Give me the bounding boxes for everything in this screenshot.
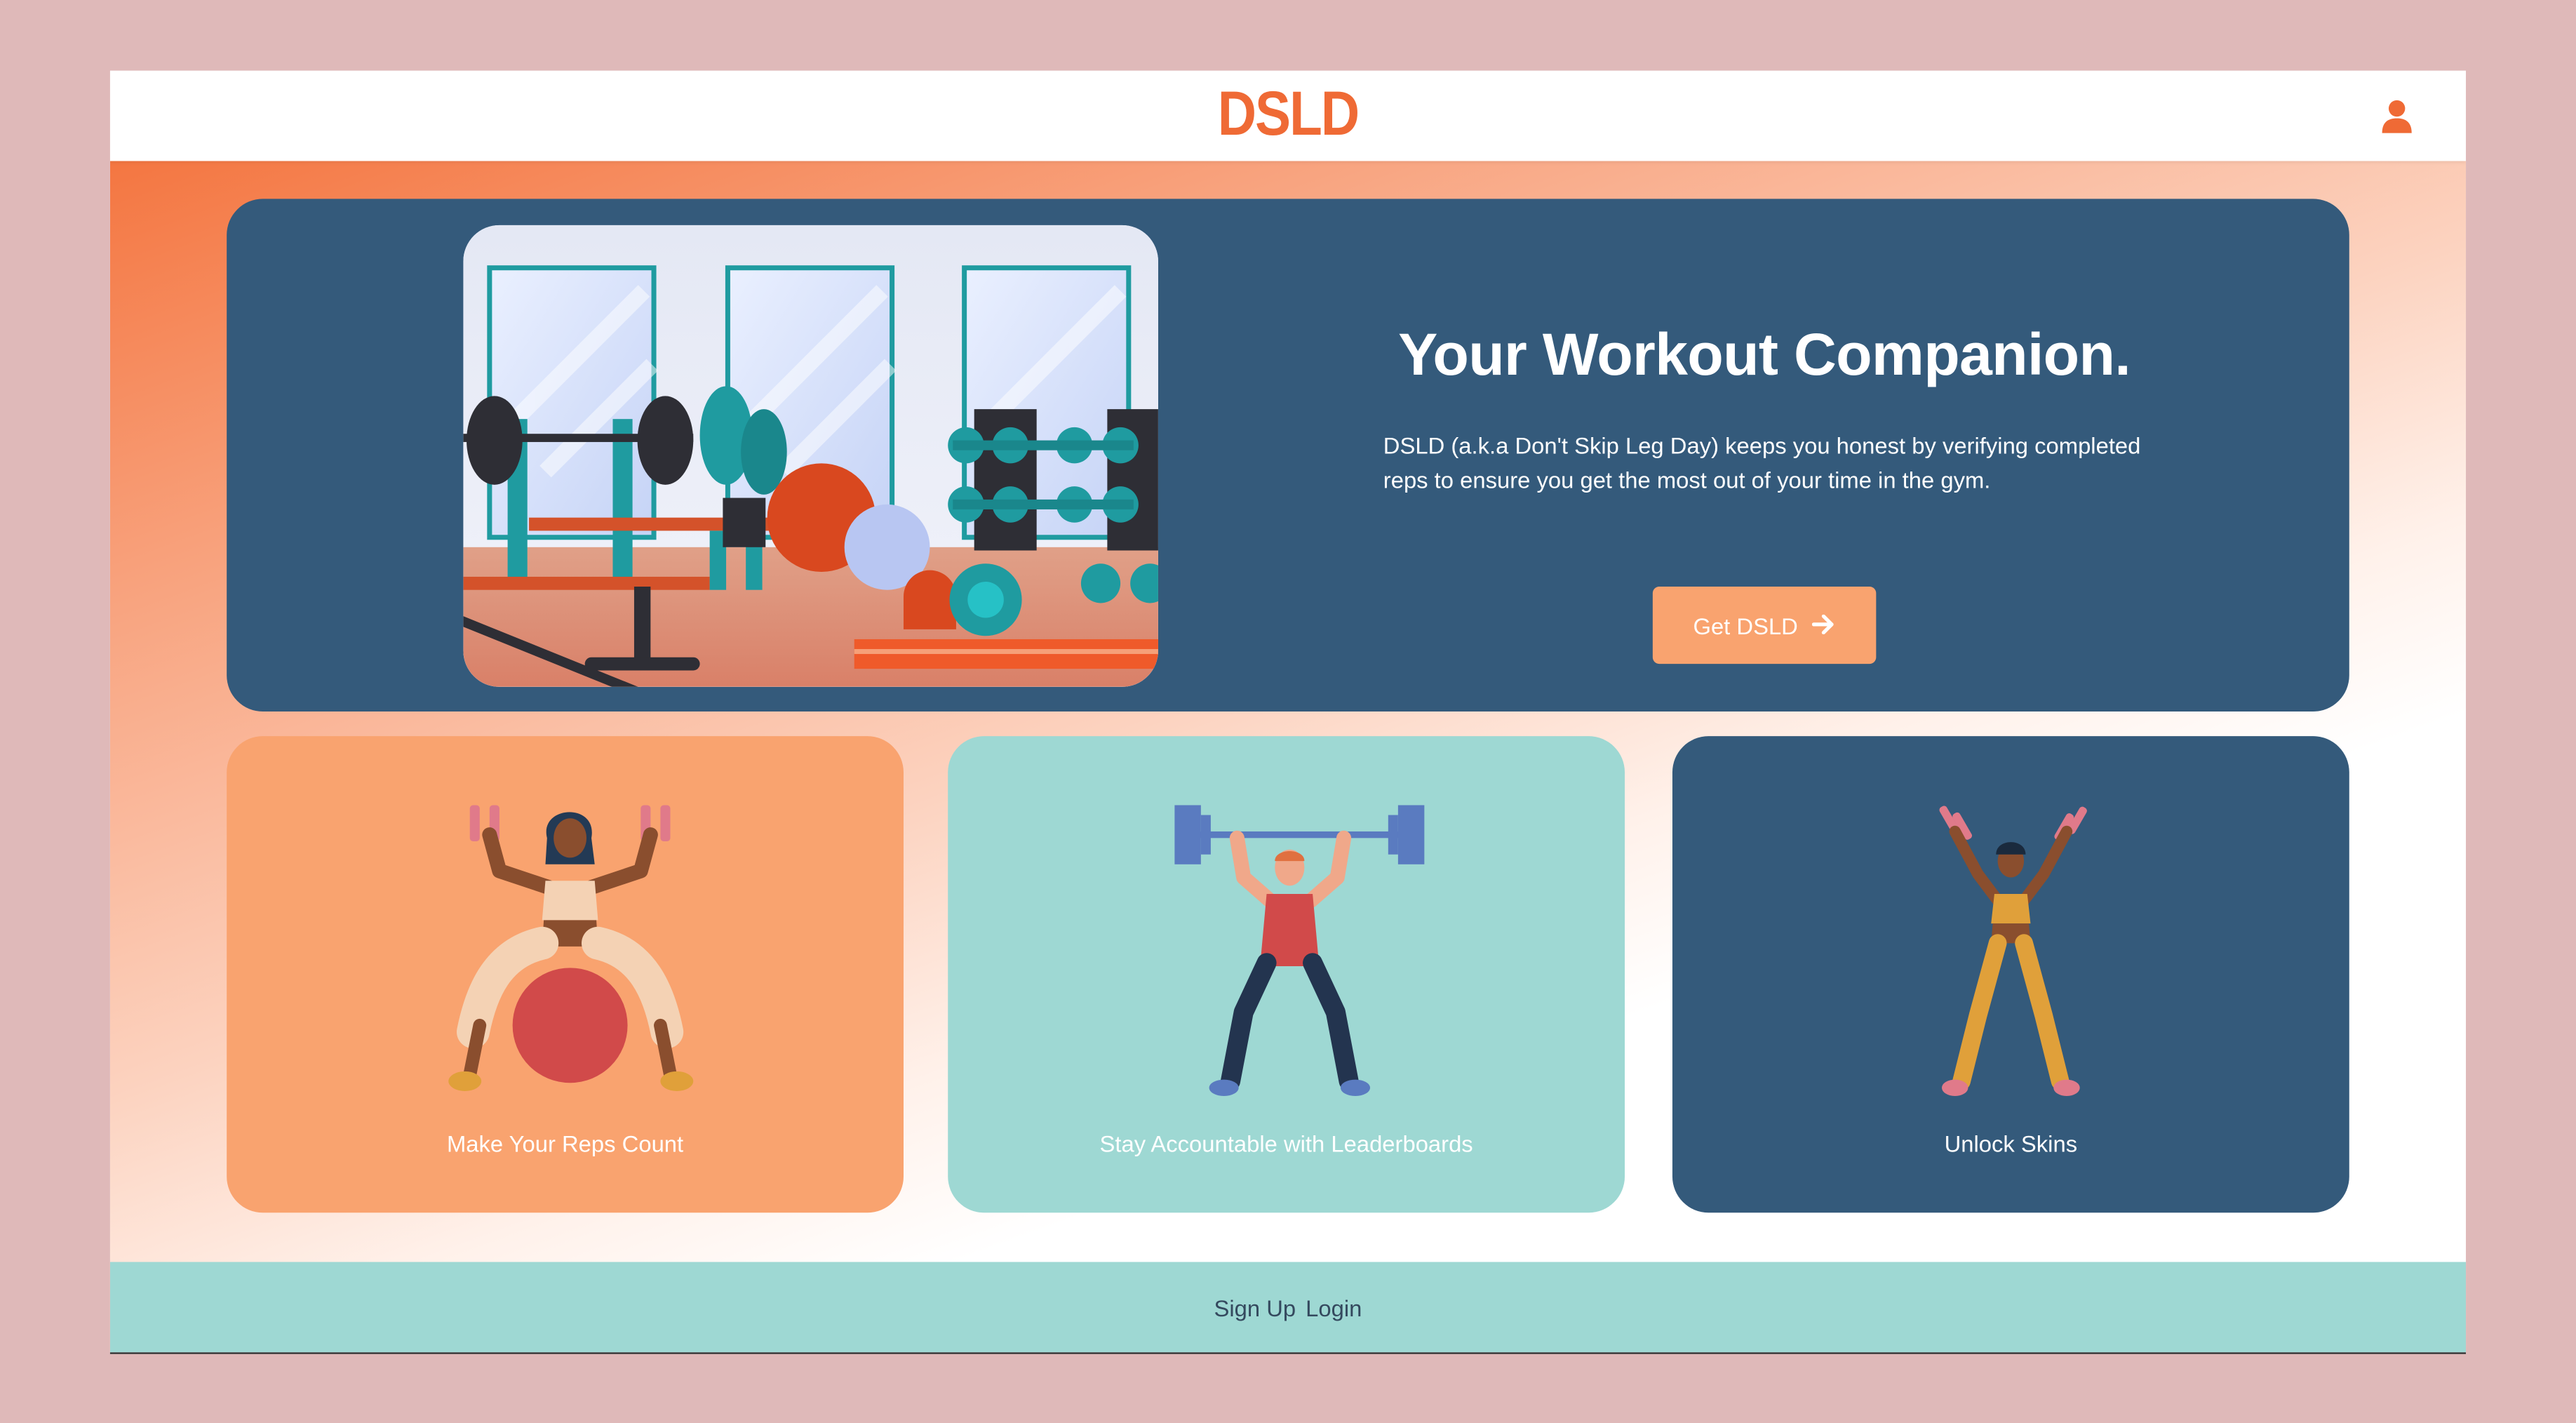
- feature-label-leaderboards: Stay Accountable with Leaderboards: [1099, 1130, 1473, 1157]
- hero-description: DSLD (a.k.a Don't Skip Leg Day) keeps yo…: [1383, 432, 2141, 493]
- woman-exercise-ball-dumbbells: [448, 805, 694, 1091]
- hero-title: Your Workout Companion.: [1398, 320, 2131, 388]
- feature-card-skins[interactable]: Unlock Skins: [1672, 736, 2349, 1213]
- feature-card-reps[interactable]: Make Your Reps Count: [227, 736, 904, 1213]
- sign-up-link[interactable]: Sign Up: [1214, 1294, 1296, 1320]
- arrow-right-icon: [1812, 612, 1836, 638]
- logo[interactable]: DSLD: [275, 81, 2301, 152]
- hero-panel: Your Workout Companion. DSLD (a.k.a Don'…: [227, 199, 2349, 712]
- main-content: Your Workout Companion. DSLD (a.k.a Don'…: [109, 161, 2467, 1262]
- feature-card-leaderboards[interactable]: Stay Accountable with Leaderboards: [948, 736, 1625, 1213]
- user-icon[interactable]: [2380, 99, 2413, 135]
- top-nav-bar: DSLD: [109, 70, 2467, 161]
- app-window: DSLD Your Workout Companion. DSLD (a.k.a…: [109, 70, 2467, 1354]
- get-dsld-button[interactable]: Get DSLD: [1652, 587, 1877, 664]
- woman-dumbbells-raised: [1939, 806, 2087, 1096]
- page-stage: DSLD Your Workout Companion. DSLD (a.k.a…: [0, 0, 2576, 1423]
- man-overhead-barbell: [1174, 805, 1425, 1096]
- feature-label-skins: Unlock Skins: [1944, 1130, 2078, 1157]
- footer: Sign Up Login: [109, 1262, 2467, 1353]
- gym-illustration: [463, 225, 1158, 687]
- feature-label-reps: Make Your Reps Count: [446, 1130, 684, 1157]
- get-dsld-label: Get DSLD: [1693, 612, 1798, 639]
- login-link[interactable]: Login: [1306, 1294, 1362, 1320]
